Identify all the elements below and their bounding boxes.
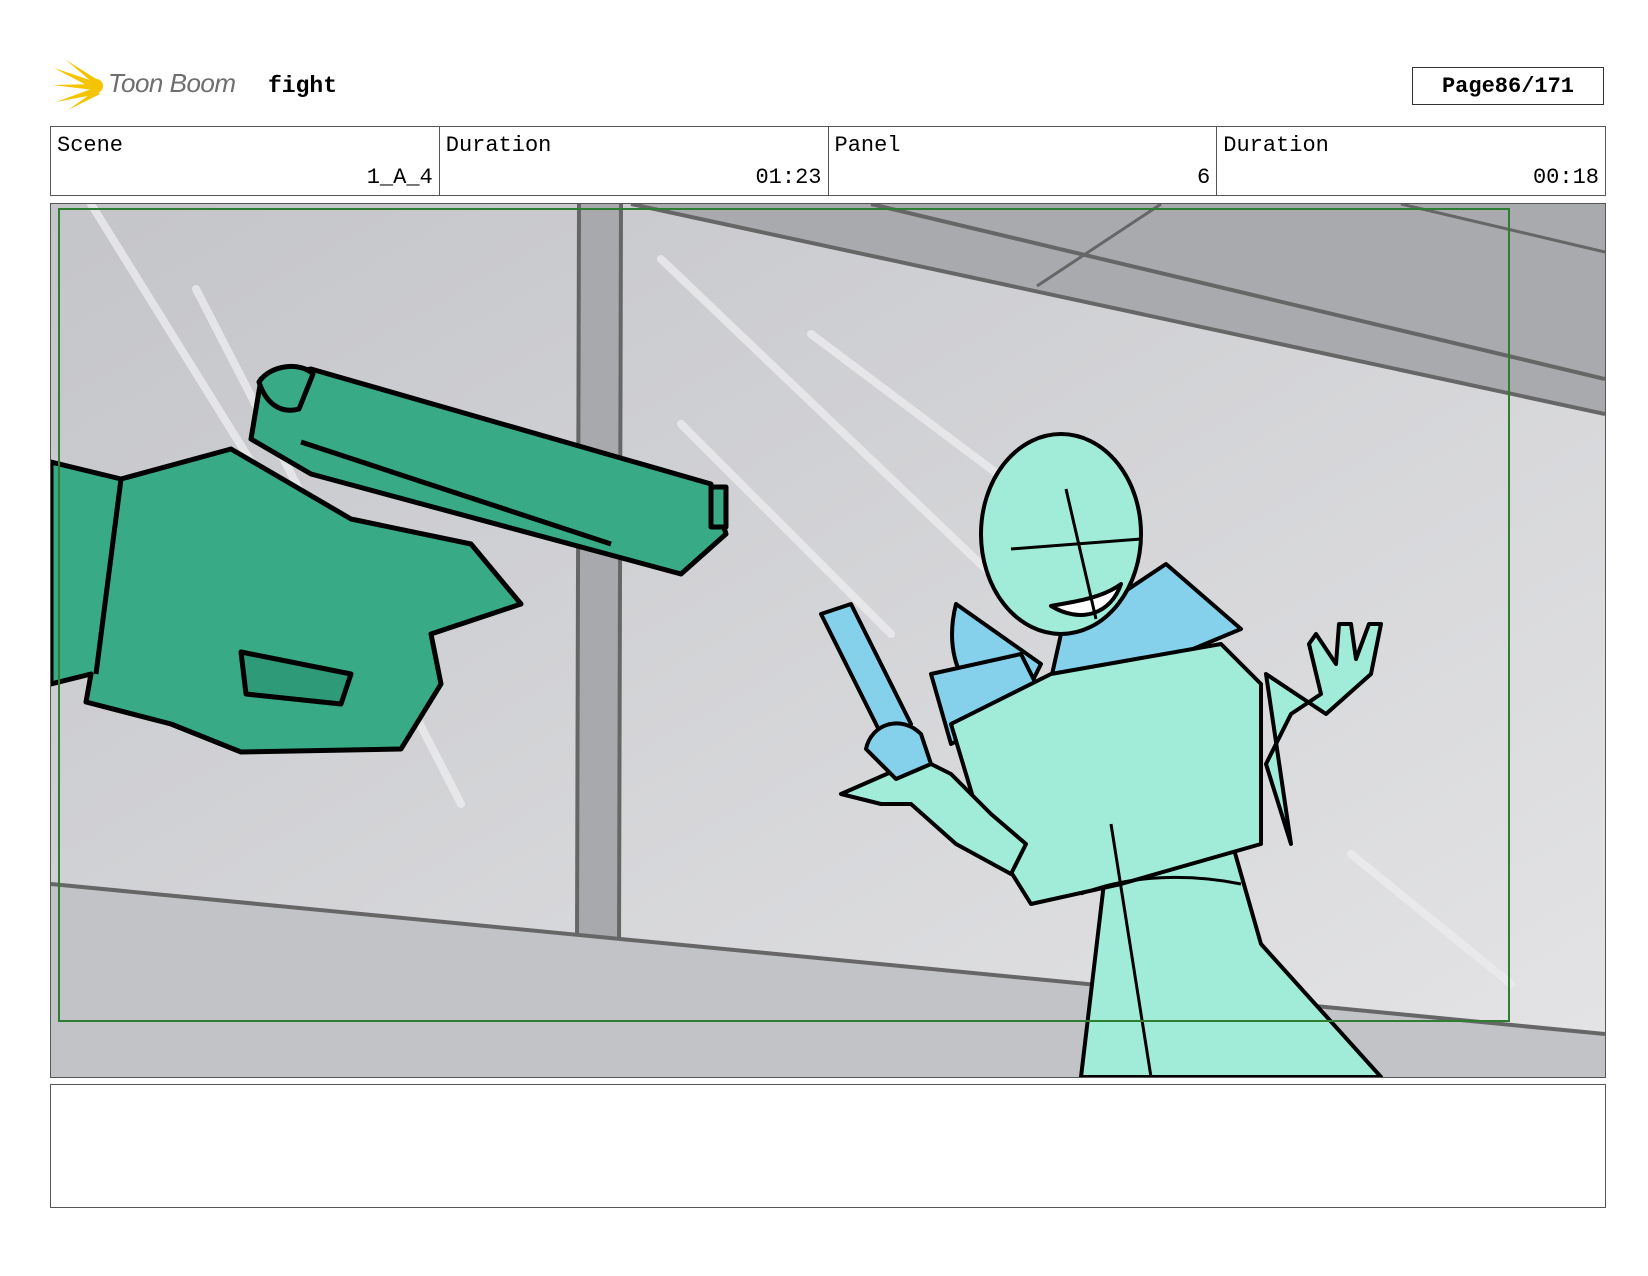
scene-cell: Scene 1_A_4: [51, 127, 440, 195]
scene-label: Scene: [57, 133, 124, 158]
panel-duration-cell: Duration 00:18: [1217, 127, 1605, 195]
page-number: 86/171: [1494, 73, 1575, 99]
notes-text: [51, 1085, 1605, 1101]
page-indicator: Page 86/171: [1412, 67, 1604, 105]
panel-info-table: Scene 1_A_4 Duration 01:23 Panel 6 Durat…: [50, 126, 1606, 196]
panel-duration-value: 00:18: [1532, 165, 1599, 190]
panel-artwork: [51, 204, 1605, 1077]
scene-duration-label: Duration: [445, 133, 552, 158]
panel-label: Panel: [834, 133, 901, 158]
panel-duration-label: Duration: [1223, 133, 1329, 158]
storyboard-panel: [50, 203, 1606, 1078]
panel-value: 6: [1197, 165, 1211, 190]
panel-cell: Panel 6: [829, 127, 1218, 195]
page-label: Page: [1441, 73, 1495, 99]
scene-duration-cell: Duration 01:23: [440, 127, 829, 195]
scene-value: 1_A_4: [366, 165, 433, 190]
scene-duration-value: 01:23: [755, 165, 822, 190]
pillar: [579, 204, 621, 944]
logo-wordmark: Toon Boom: [108, 68, 236, 98]
project-title: fight: [268, 73, 338, 99]
notes-box: [50, 1084, 1606, 1208]
